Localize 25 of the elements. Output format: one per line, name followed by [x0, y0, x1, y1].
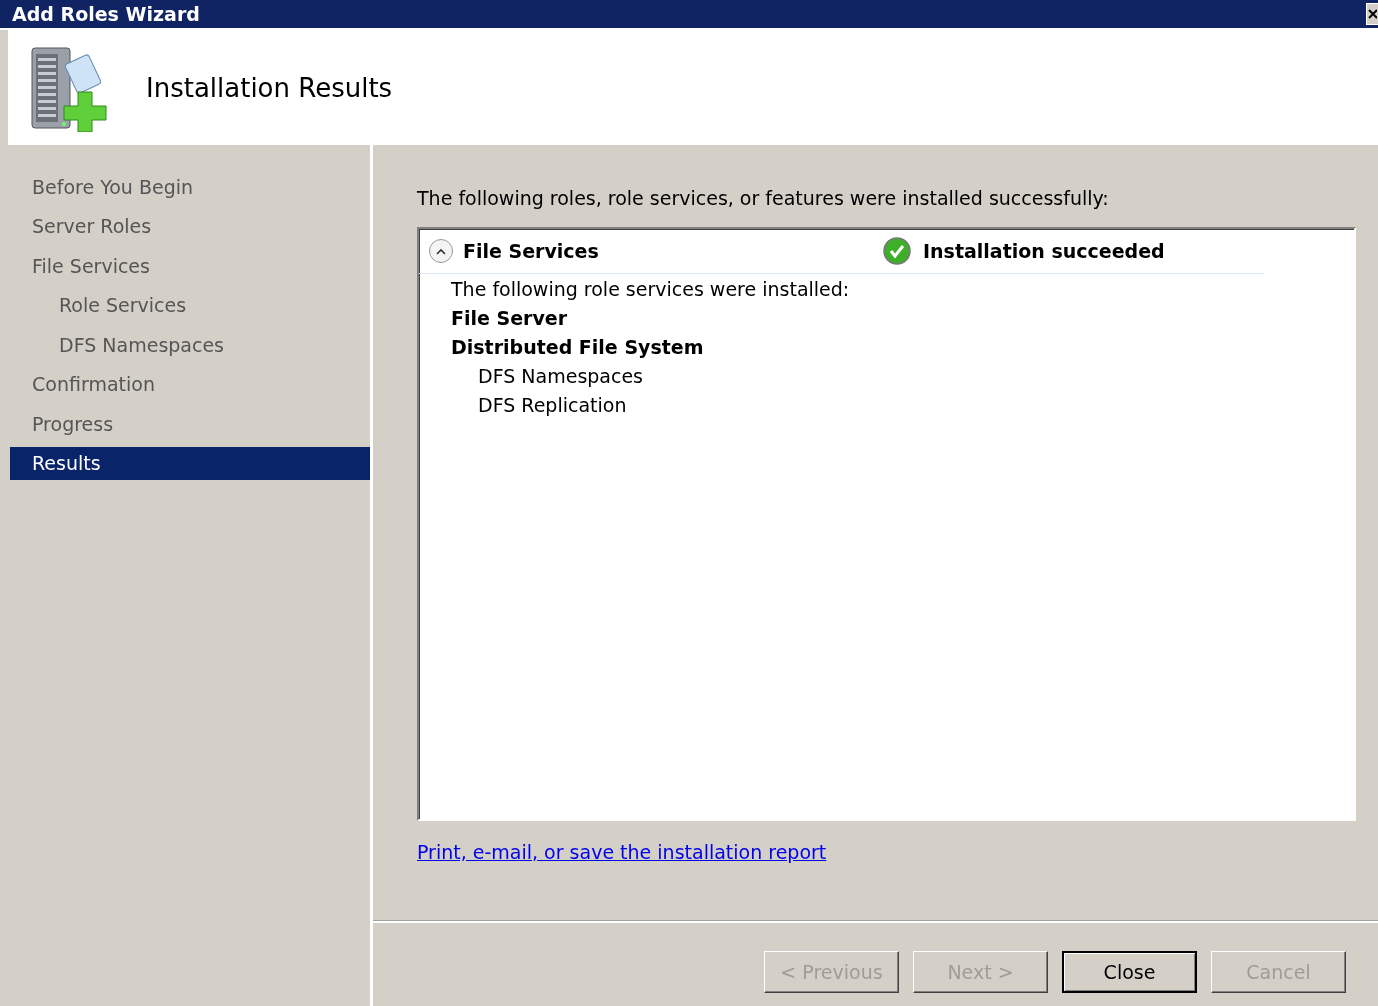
- sidebar-item[interactable]: Role Services: [10, 285, 370, 325]
- sidebar-item[interactable]: DFS Namespaces: [10, 325, 370, 365]
- close-icon: [1367, 8, 1377, 20]
- role-service-text: File Server: [450, 305, 569, 331]
- page-title: Installation Results: [146, 72, 393, 103]
- success-check-icon: [883, 237, 911, 265]
- report-link[interactable]: Print, e-mail, or save the installation report: [417, 841, 827, 863]
- intro-text: The following roles, role services, or features were installed successfully:: [417, 187, 1110, 209]
- chevron-up-icon: [435, 247, 447, 255]
- role-service-text: Distributed File System: [450, 334, 705, 360]
- close-button[interactable]: [1366, 3, 1378, 25]
- sidebar-item[interactable]: Server Roles: [10, 206, 370, 246]
- role-name: File Services: [463, 240, 600, 262]
- role-service-text: DFS Replication: [477, 392, 628, 418]
- window-title: Add Roles Wizard: [12, 3, 200, 25]
- sidebar-item[interactable]: File Services: [10, 246, 370, 286]
- sidebar-item[interactable]: Progress: [10, 404, 370, 444]
- sidebar-item[interactable]: Confirmation: [10, 364, 370, 404]
- status-text: Installation succeeded: [923, 240, 1165, 262]
- sidebar-item[interactable]: Results: [10, 446, 370, 480]
- collapse-button[interactable]: [429, 239, 453, 263]
- wizard-button[interactable]: Close: [1062, 951, 1197, 993]
- sidebar-item[interactable]: Before You Begin: [10, 167, 370, 207]
- description-text: The following role services were installed:: [450, 276, 851, 302]
- role-service-text: DFS Namespaces: [477, 363, 645, 389]
